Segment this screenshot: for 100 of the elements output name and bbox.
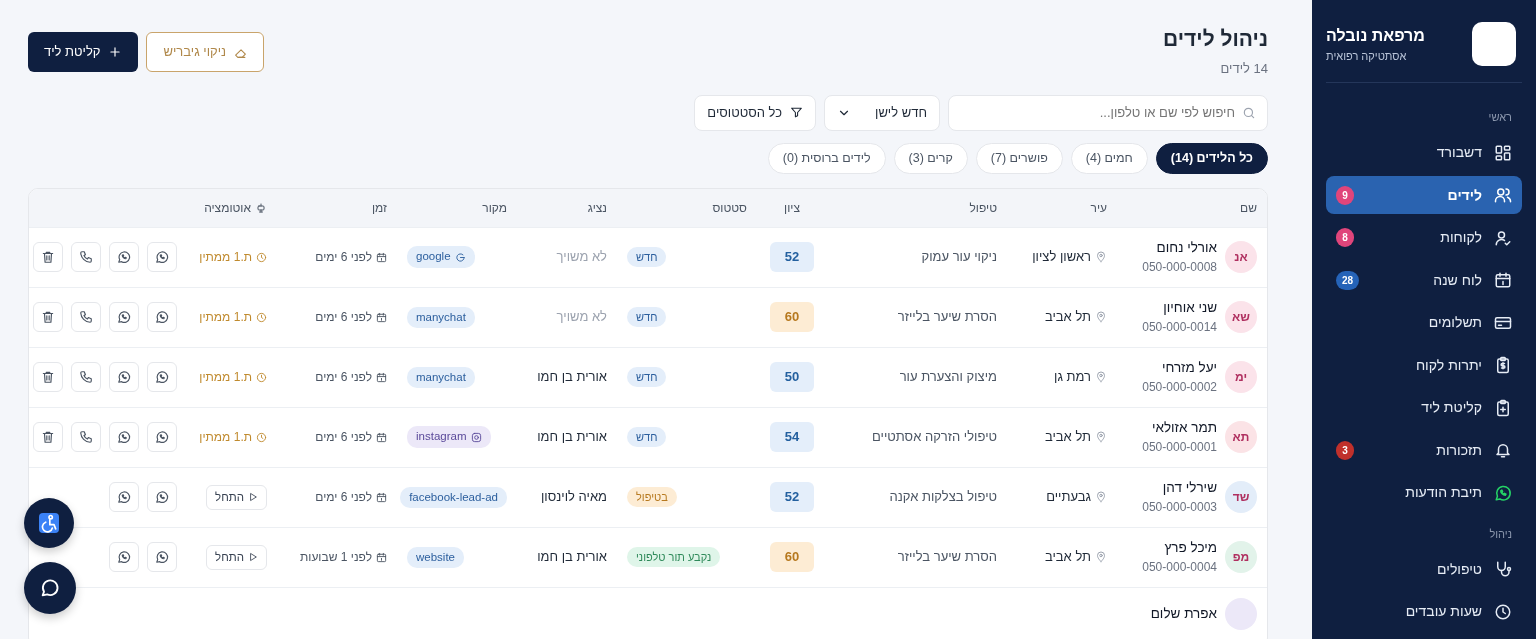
filter-tab[interactable]: חמים (4) — [1070, 142, 1148, 174]
lead-name: שני אוחיון — [1162, 299, 1217, 318]
phone-number: 050-000-0003 — [1142, 499, 1217, 517]
lead-name: תמר אזולאי — [1150, 419, 1217, 438]
whatsapp-button[interactable] — [147, 302, 177, 333]
time-ago: לפני 6 ימים — [315, 369, 372, 387]
whatsapp-button[interactable] — [147, 242, 177, 273]
sidebar-item[interactable]: תשלומים — [1326, 303, 1522, 342]
city: גבעתיים — [1046, 488, 1091, 507]
clipboard-plus-icon — [1494, 398, 1512, 417]
count-badge: 8 — [1336, 228, 1354, 247]
source-tag: manychat — [407, 306, 475, 328]
whatsapp-button[interactable] — [109, 362, 139, 393]
phone-icon — [79, 370, 93, 385]
calendar-icon — [376, 491, 387, 503]
delete-button[interactable] — [33, 242, 63, 273]
representative: אורית בן חמו — [536, 548, 608, 567]
delete-button[interactable] — [33, 362, 63, 393]
whatsapp-button[interactable] — [147, 482, 177, 513]
search-icon — [1242, 105, 1256, 120]
filter-icon — [790, 106, 803, 120]
call-button[interactable] — [71, 242, 101, 273]
representative: לא משויך — [555, 308, 608, 327]
phone-number: 050-000-0004 — [1142, 559, 1217, 577]
whatsapp-icon — [155, 490, 169, 505]
score-badge: 52 — [770, 482, 814, 512]
calendar-icon — [376, 551, 387, 563]
status-badge: חדש — [627, 246, 667, 268]
whatsapp-button[interactable] — [109, 242, 139, 273]
whatsapp-button[interactable] — [109, 542, 139, 573]
whatsapp-icon — [117, 250, 131, 265]
city: תל אביב — [1044, 548, 1091, 567]
city: תל אביב — [1044, 308, 1091, 327]
filter-tab[interactable]: קרים (3) — [893, 142, 968, 174]
whatsapp-button[interactable] — [109, 482, 139, 513]
score-badge: 52 — [770, 242, 814, 272]
whatsapp-button[interactable] — [147, 362, 177, 393]
score-badge: 60 — [770, 302, 814, 332]
automation-status: ת.1 ממתין — [199, 369, 252, 387]
start-button[interactable]: התחל — [206, 484, 267, 510]
section-label: ראשי — [1487, 110, 1513, 125]
sidebar-item[interactable]: דשבורד — [1326, 133, 1522, 172]
phone-number: 050-000-0014 — [1142, 319, 1217, 337]
whatsapp-icon — [117, 490, 131, 505]
whatsapp-icon — [117, 370, 131, 385]
add-lead-button[interactable]: קליטת ליד — [28, 32, 139, 72]
source-tag: website — [407, 546, 464, 568]
status-badge: חדש — [627, 366, 667, 388]
whatsapp-button[interactable] — [109, 422, 139, 453]
page-title: ניהול לידים — [1163, 26, 1268, 52]
representative: לא משויך — [555, 248, 608, 267]
search-field[interactable]: חיפוש לפי שם או טלפון... — [948, 94, 1268, 131]
sidebar-item[interactable]: יתרות לקוח — [1326, 346, 1522, 384]
sidebar-item[interactable]: תיבת הודעות — [1326, 473, 1522, 512]
sort-dropdown[interactable]: חדש לישן — [824, 94, 940, 131]
filter-tab[interactable]: פושרים (7) — [975, 142, 1063, 174]
delete-button[interactable] — [33, 422, 63, 453]
call-button[interactable] — [71, 302, 101, 333]
source-tag: manychat — [407, 366, 475, 388]
whatsapp-button[interactable] — [147, 542, 177, 573]
section-label: ניהול — [1488, 526, 1513, 542]
delete-button[interactable] — [33, 302, 63, 333]
score-badge: 50 — [770, 362, 814, 392]
play-icon — [248, 492, 258, 503]
sidebar-item[interactable]: קליטת ליד — [1326, 388, 1522, 427]
filter-tab[interactable]: לידים ברוסית (0) — [767, 142, 886, 174]
clock-icon — [256, 431, 267, 443]
treatment: טיפול בצלקות אקנה — [888, 488, 998, 507]
trash-icon — [41, 310, 55, 325]
count-badge: 3 — [1336, 440, 1354, 460]
phone-icon — [79, 250, 93, 265]
whatsapp-button[interactable] — [147, 422, 177, 453]
call-button[interactable] — [71, 362, 101, 393]
representative: אורית בן חמו — [536, 428, 608, 447]
calendar-icon — [376, 311, 387, 323]
source-tag: instagram — [407, 426, 491, 448]
automation-status: ת.1 ממתין — [199, 429, 252, 447]
status-filter[interactable]: כל הסטטוסים — [694, 94, 816, 131]
whatsapp-icon — [1494, 483, 1512, 502]
trash-icon — [41, 430, 55, 445]
location-icon — [1095, 371, 1107, 384]
lead-name: אורלי נחום — [1155, 239, 1217, 258]
start-button[interactable]: התחל — [206, 544, 267, 570]
filter-tab[interactable]: כל הלידים (14) — [1155, 142, 1268, 174]
representative: אורית בן חמו — [536, 368, 608, 387]
whatsapp-icon — [155, 250, 169, 265]
user-check-icon — [1494, 228, 1512, 247]
location-icon — [1095, 431, 1107, 444]
treatment: טיפולי הזרקה אסתטיים — [870, 428, 998, 447]
call-button[interactable] — [71, 422, 101, 453]
calendar-icon — [376, 371, 387, 383]
sidebar-item[interactable]: שעות עובדים — [1326, 592, 1522, 631]
time-ago: לפני 6 ימים — [315, 249, 372, 267]
whatsapp-button[interactable] — [109, 302, 139, 333]
city: תל אביב — [1044, 428, 1091, 447]
representative: מאיה לוינסון — [539, 488, 608, 507]
sidebar-item[interactable]: טיפולים — [1326, 550, 1522, 588]
lead-name: יעל מזרחי — [1160, 359, 1217, 378]
score-badge: 54 — [770, 422, 814, 452]
location-icon — [1095, 551, 1107, 564]
